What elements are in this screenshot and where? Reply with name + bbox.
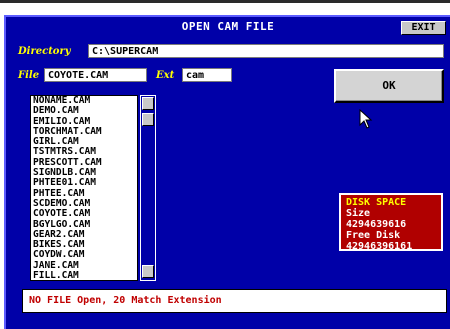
ok-button[interactable]: OK bbox=[334, 69, 444, 103]
exit-button[interactable]: EXIT bbox=[401, 21, 446, 35]
directory-label: Directory bbox=[18, 46, 71, 57]
disk-space-title: DISK SPACE bbox=[346, 197, 407, 208]
mouse-pointer-icon bbox=[359, 109, 373, 129]
scroll-thumb[interactable] bbox=[142, 113, 154, 126]
free-disk-value: 42946396161 bbox=[346, 241, 413, 252]
free-disk-label: Free Disk bbox=[346, 230, 401, 241]
file-list-scrollbar[interactable] bbox=[140, 95, 156, 281]
disk-size-label: Size bbox=[346, 208, 371, 219]
open-cam-file-dialog: OPEN CAM FILE EXIT Directory C:\SUPERCAM… bbox=[4, 15, 450, 329]
scroll-down-button[interactable] bbox=[142, 265, 154, 278]
file-name-field[interactable]: COYOTE.CAM bbox=[44, 68, 147, 82]
dialog-title: OPEN CAM FILE bbox=[181, 20, 275, 33]
disk-size-value: 4294639616 bbox=[346, 219, 407, 230]
disk-space-panel: DISK SPACE Size 4294639616 Free Disk 429… bbox=[339, 193, 443, 252]
extension-label: Ext bbox=[156, 70, 175, 81]
extension-field[interactable]: cam bbox=[182, 68, 232, 82]
directory-field[interactable]: C:\SUPERCAM bbox=[88, 44, 444, 58]
file-list[interactable]: NONAME.CAM DEMO.CAM EMILIO.CAM TORCHMAT.CAM… bbox=[30, 95, 138, 281]
file-list-item[interactable]: FILL.CAM bbox=[31, 270, 137, 280]
status-message: NO FILE Open, 20 Match Extension bbox=[22, 289, 447, 313]
scroll-up-button[interactable] bbox=[142, 97, 154, 110]
title-bar: OPEN CAM FILE EXIT bbox=[6, 17, 450, 37]
top-border-line bbox=[0, 0, 450, 3]
file-label: File bbox=[18, 70, 40, 81]
